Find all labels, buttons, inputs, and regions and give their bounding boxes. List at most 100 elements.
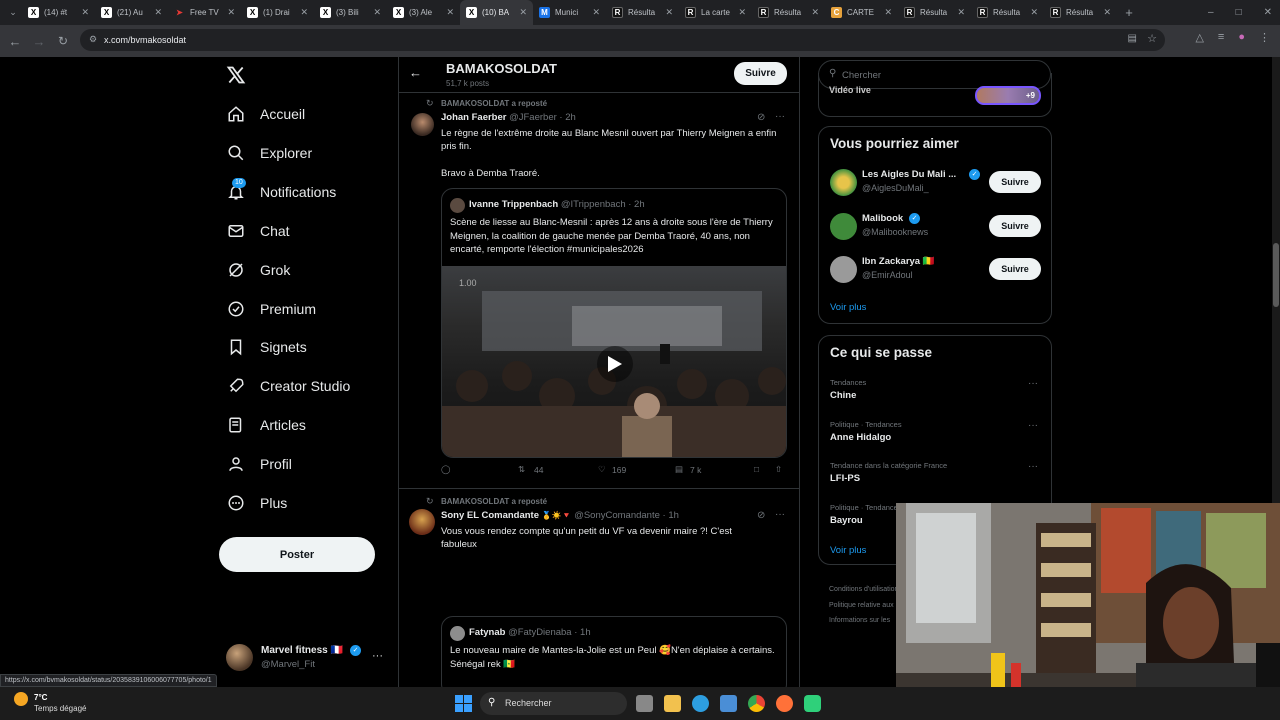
quoted-tweet[interactable]: Fatynab @FatyDienaba · 1h Le nouveau mai… [441, 616, 787, 687]
tweet-more-icon[interactable]: ··· [775, 509, 785, 520]
live-panel[interactable]: Vidéo live +9 [818, 73, 1052, 117]
edge-icon[interactable] [692, 695, 709, 712]
grok-icon[interactable]: ⊘ [757, 112, 765, 123]
sidebar-item-accueil[interactable]: Accueil [226, 101, 305, 127]
chrome-icon[interactable] [748, 695, 765, 712]
x-logo-icon[interactable] [226, 65, 248, 87]
profile-avatar-icon[interactable]: ● [1238, 31, 1245, 44]
tweet[interactable]: ↻ BAMAKOSOLDAT a reposté Johan Faerber @… [399, 94, 799, 489]
minimize-icon[interactable]: – [1208, 7, 1214, 18]
suggested-user[interactable]: Malibook ✓ @Malibooknews Suivre [819, 211, 1051, 245]
tab-list-chevron-icon[interactable]: ⌄ [4, 1, 22, 25]
grok-icon[interactable]: ⊘ [757, 510, 765, 521]
url-input[interactable]: ⚙ x.com/bvmakosoldat ▤ ☆ [80, 29, 1165, 51]
share-icon[interactable]: ⇧ [775, 464, 782, 475]
sidebar-item-articles[interactable]: Articles [226, 412, 306, 438]
post-button[interactable]: Poster [219, 537, 375, 572]
scrollbar-thumb[interactable] [1273, 243, 1279, 307]
tab-close-icon[interactable]: ✕ [957, 7, 965, 18]
sidebar-item-notifications[interactable]: 10 Notifications [226, 177, 336, 205]
browser-tab[interactable]: ➤ Free TV ✕ [168, 0, 241, 25]
tab-close-icon[interactable]: ✕ [446, 7, 454, 18]
bookmark-star-icon[interactable]: ☆ [1147, 32, 1157, 45]
weather-widget[interactable]: 7°C Temps dégagé [14, 692, 124, 716]
trend-item[interactable]: Tendances Chine ··· [819, 376, 1051, 410]
who-to-follow-more-link[interactable]: Voir plus [830, 302, 866, 313]
footer-link[interactable]: Politique relative aux [829, 598, 897, 614]
tab-close-icon[interactable]: ✕ [154, 7, 162, 18]
author-avatar[interactable] [411, 113, 434, 136]
back-arrow-icon[interactable]: ← [409, 65, 422, 80]
tab-close-icon[interactable]: ✕ [884, 7, 892, 18]
sidebar-item-grok[interactable]: Grok [226, 257, 290, 283]
quoted-tweet[interactable]: Ivanne Trippenbach @ITrippenbach · 2h Sc… [441, 188, 787, 458]
views-icon[interactable]: ▤ [675, 464, 683, 475]
firefox-icon[interactable] [776, 695, 793, 712]
browser-tab[interactable]: X (1) Drai ✕ [241, 0, 314, 25]
trend-more-icon[interactable]: ··· [1028, 461, 1038, 472]
sidebar-item-premium[interactable]: Premium [226, 296, 316, 322]
account-switcher[interactable]: Marvel fitness 🇫🇷 @Marvel_Fit ✓ ··· [226, 644, 386, 672]
store-icon[interactable] [720, 695, 737, 712]
live-avatars[interactable]: +9 [975, 86, 1041, 105]
browser-menu-icon[interactable]: ⋮ [1259, 31, 1270, 44]
app-icon[interactable] [804, 695, 821, 712]
reload-icon[interactable]: ↻ [51, 29, 75, 53]
bookmark-icon[interactable]: □ [754, 464, 759, 474]
browser-tab[interactable]: R Résulta ✕ [898, 0, 971, 25]
header-follow-button[interactable]: Suivre [734, 62, 787, 85]
author-avatar[interactable] [409, 509, 435, 535]
follow-button[interactable]: Suivre [989, 171, 1041, 193]
browser-tab[interactable]: X (21) Au ✕ [95, 0, 168, 25]
reply-icon[interactable]: ◯ [441, 464, 451, 475]
tab-close-icon[interactable]: ✕ [519, 7, 527, 18]
author-name[interactable]: Sony EL Comandante [441, 510, 539, 521]
like-icon[interactable]: ♡ [598, 464, 606, 475]
tab-close-icon[interactable]: ✕ [665, 7, 673, 18]
browser-tab[interactable]: R Résulta ✕ [606, 0, 679, 25]
back-icon[interactable]: ← [3, 29, 27, 53]
tab-close-icon[interactable]: ✕ [592, 7, 600, 18]
author-handle[interactable]: @SonyComandante [574, 510, 660, 521]
tab-close-icon[interactable]: ✕ [227, 7, 235, 18]
browser-tab[interactable]: X (3) Bili ✕ [314, 0, 387, 25]
browser-tab[interactable]: R Résulta ✕ [971, 0, 1044, 25]
sidebar-item-signets[interactable]: Signets [226, 334, 307, 360]
trend-item[interactable]: Tendance dans la catégorie France LFI-PS… [819, 459, 1051, 493]
browser-tab[interactable]: X (14) #t ✕ [22, 0, 95, 25]
close-window-icon[interactable]: ✕ [1264, 7, 1272, 18]
play-icon[interactable] [597, 346, 633, 382]
browser-tab[interactable]: R Résulta ✕ [752, 0, 825, 25]
suggested-user[interactable]: Ibn Zackarya 🇲🇱 @EmirAdoul Suivre [819, 254, 1051, 288]
extensions-icon[interactable]: △ [1195, 31, 1203, 44]
browser-tab[interactable]: R La carte ✕ [679, 0, 752, 25]
tab-close-icon[interactable]: ✕ [81, 7, 89, 18]
media-control-icon[interactable]: ≡ [1218, 31, 1224, 44]
repost-button-icon[interactable]: ⇅ [518, 464, 525, 475]
site-info-icon[interactable]: ⚙ [89, 34, 97, 45]
browser-tab[interactable]: R Résulta ✕ [1044, 0, 1117, 25]
tweet-time[interactable]: · 2h [559, 112, 575, 123]
browser-tab[interactable]: M Munici ✕ [533, 0, 606, 25]
sidebar-item-chat[interactable]: Chat [226, 218, 290, 244]
browser-tab[interactable]: X (10) BA ✕ [460, 0, 533, 25]
sidebar-item-profil[interactable]: Profil [226, 451, 292, 477]
tweet-more-icon[interactable]: ··· [775, 111, 785, 122]
tab-close-icon[interactable]: ✕ [738, 7, 746, 18]
browser-tab[interactable]: C CARTE ✕ [825, 0, 898, 25]
tweet-time[interactable]: · 1h [663, 510, 679, 521]
new-tab-plus-icon[interactable]: + [1117, 1, 1141, 25]
tab-close-icon[interactable]: ✕ [1030, 7, 1038, 18]
trend-more-icon[interactable]: ··· [1028, 420, 1038, 431]
tab-close-icon[interactable]: ✕ [373, 7, 381, 18]
tab-close-icon[interactable]: ✕ [811, 7, 819, 18]
file-explorer-icon[interactable] [664, 695, 681, 712]
trend-more-icon[interactable]: ··· [1028, 378, 1038, 389]
follow-button[interactable]: Suivre [989, 214, 1041, 237]
sidebar-item-plus[interactable]: Plus [226, 490, 287, 516]
trends-more-link[interactable]: Voir plus [830, 545, 866, 556]
taskbar-search[interactable]: ⚲ Rechercher [480, 692, 627, 715]
sidebar-item-creator-studio[interactable]: Creator Studio [226, 373, 350, 399]
task-view-icon[interactable] [636, 695, 653, 712]
author-handle[interactable]: @JFaerber [509, 112, 557, 123]
